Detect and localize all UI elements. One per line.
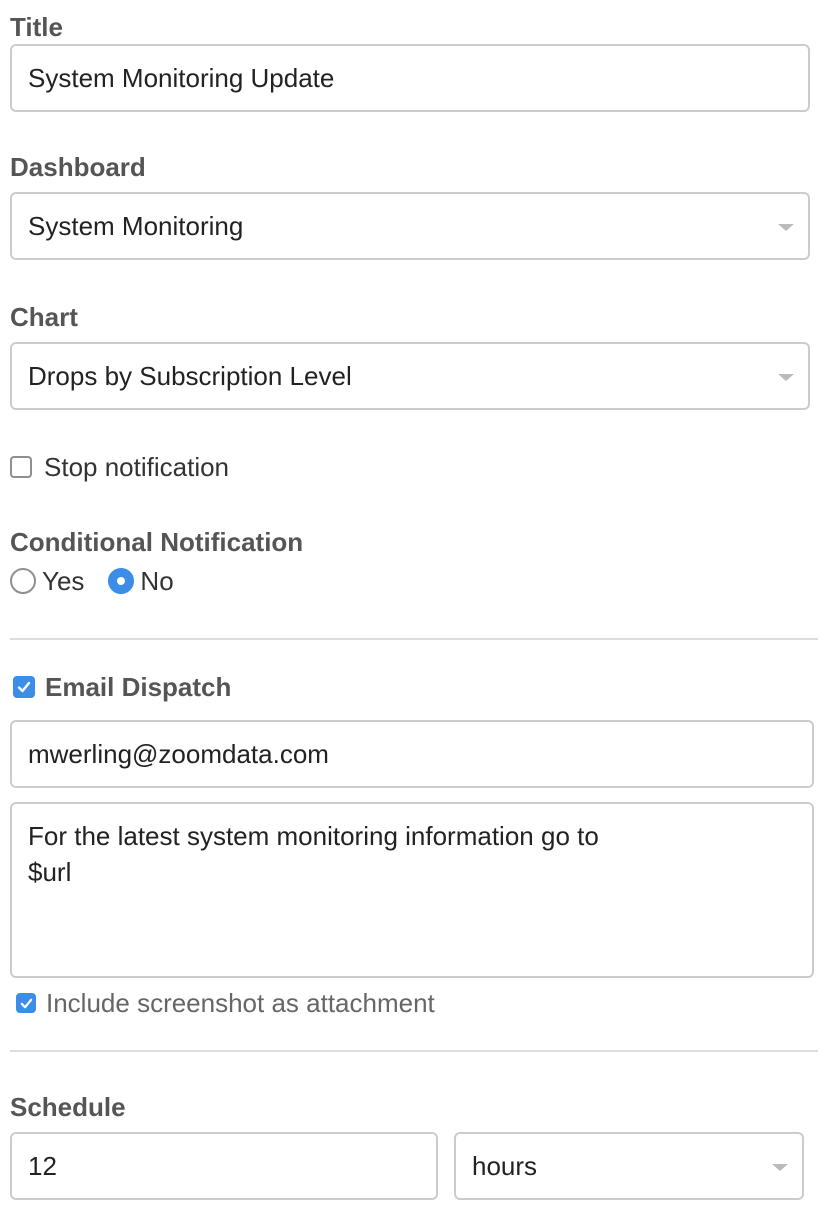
schedule-unit-value: hours [472, 1150, 538, 1181]
dashboard-select[interactable]: System Monitoring [10, 192, 810, 260]
notification-form: Title System Monitoring Update Dashboard… [0, 0, 828, 1214]
stop-notification-checkbox[interactable] [10, 456, 32, 478]
conditional-no-radio[interactable] [108, 568, 135, 594]
chart-label: Chart [10, 302, 78, 332]
conditional-notification-label: Conditional Notification [10, 527, 304, 557]
email-field-value: mwerling@zoomdata.com [28, 738, 329, 769]
chart-select-value: Drops by Subscription Level [28, 360, 352, 391]
schedule-label: Schedule [10, 1092, 126, 1122]
schedule-interval-input[interactable]: 12 [10, 1132, 438, 1200]
conditional-yes-radio[interactable] [10, 568, 36, 594]
conditional-notification-group: Yes No [10, 565, 198, 597]
email-dispatch-checkbox[interactable] [13, 676, 35, 698]
title-input-value: System Monitoring Update [28, 62, 335, 93]
stop-notification-option[interactable]: Stop notification [10, 452, 229, 482]
conditional-yes-label: Yes [42, 565, 85, 596]
include-screenshot-option[interactable]: Include screenshot as attachment [16, 988, 435, 1018]
email-dispatch-option[interactable]: Email Dispatch [13, 672, 231, 702]
chevron-down-icon [778, 374, 794, 381]
title-input[interactable]: System Monitoring Update [10, 44, 810, 112]
check-icon [20, 998, 32, 1008]
section-divider [10, 1050, 818, 1052]
email-message-value: For the latest system monitoring informa… [28, 821, 599, 887]
email-dispatch-label: Email Dispatch [45, 671, 232, 702]
email-message-textarea[interactable]: For the latest system monitoring informa… [10, 802, 814, 978]
check-icon [17, 681, 31, 693]
chart-select[interactable]: Drops by Subscription Level [10, 342, 810, 410]
include-screenshot-checkbox[interactable] [16, 993, 36, 1013]
chevron-down-icon [778, 224, 794, 231]
conditional-no-label: No [140, 565, 174, 596]
radio-dot-icon [117, 577, 126, 585]
dashboard-label: Dashboard [10, 152, 146, 182]
include-screenshot-label: Include screenshot as attachment [46, 987, 435, 1018]
schedule-interval-value: 12 [28, 1150, 57, 1181]
chevron-down-icon [772, 1164, 788, 1171]
schedule-unit-select[interactable]: hours [454, 1132, 804, 1200]
section-divider [10, 638, 818, 640]
stop-notification-label: Stop notification [44, 451, 230, 482]
email-field[interactable]: mwerling@zoomdata.com [10, 720, 814, 788]
title-label: Title [10, 12, 63, 42]
dashboard-select-value: System Monitoring [28, 210, 244, 241]
